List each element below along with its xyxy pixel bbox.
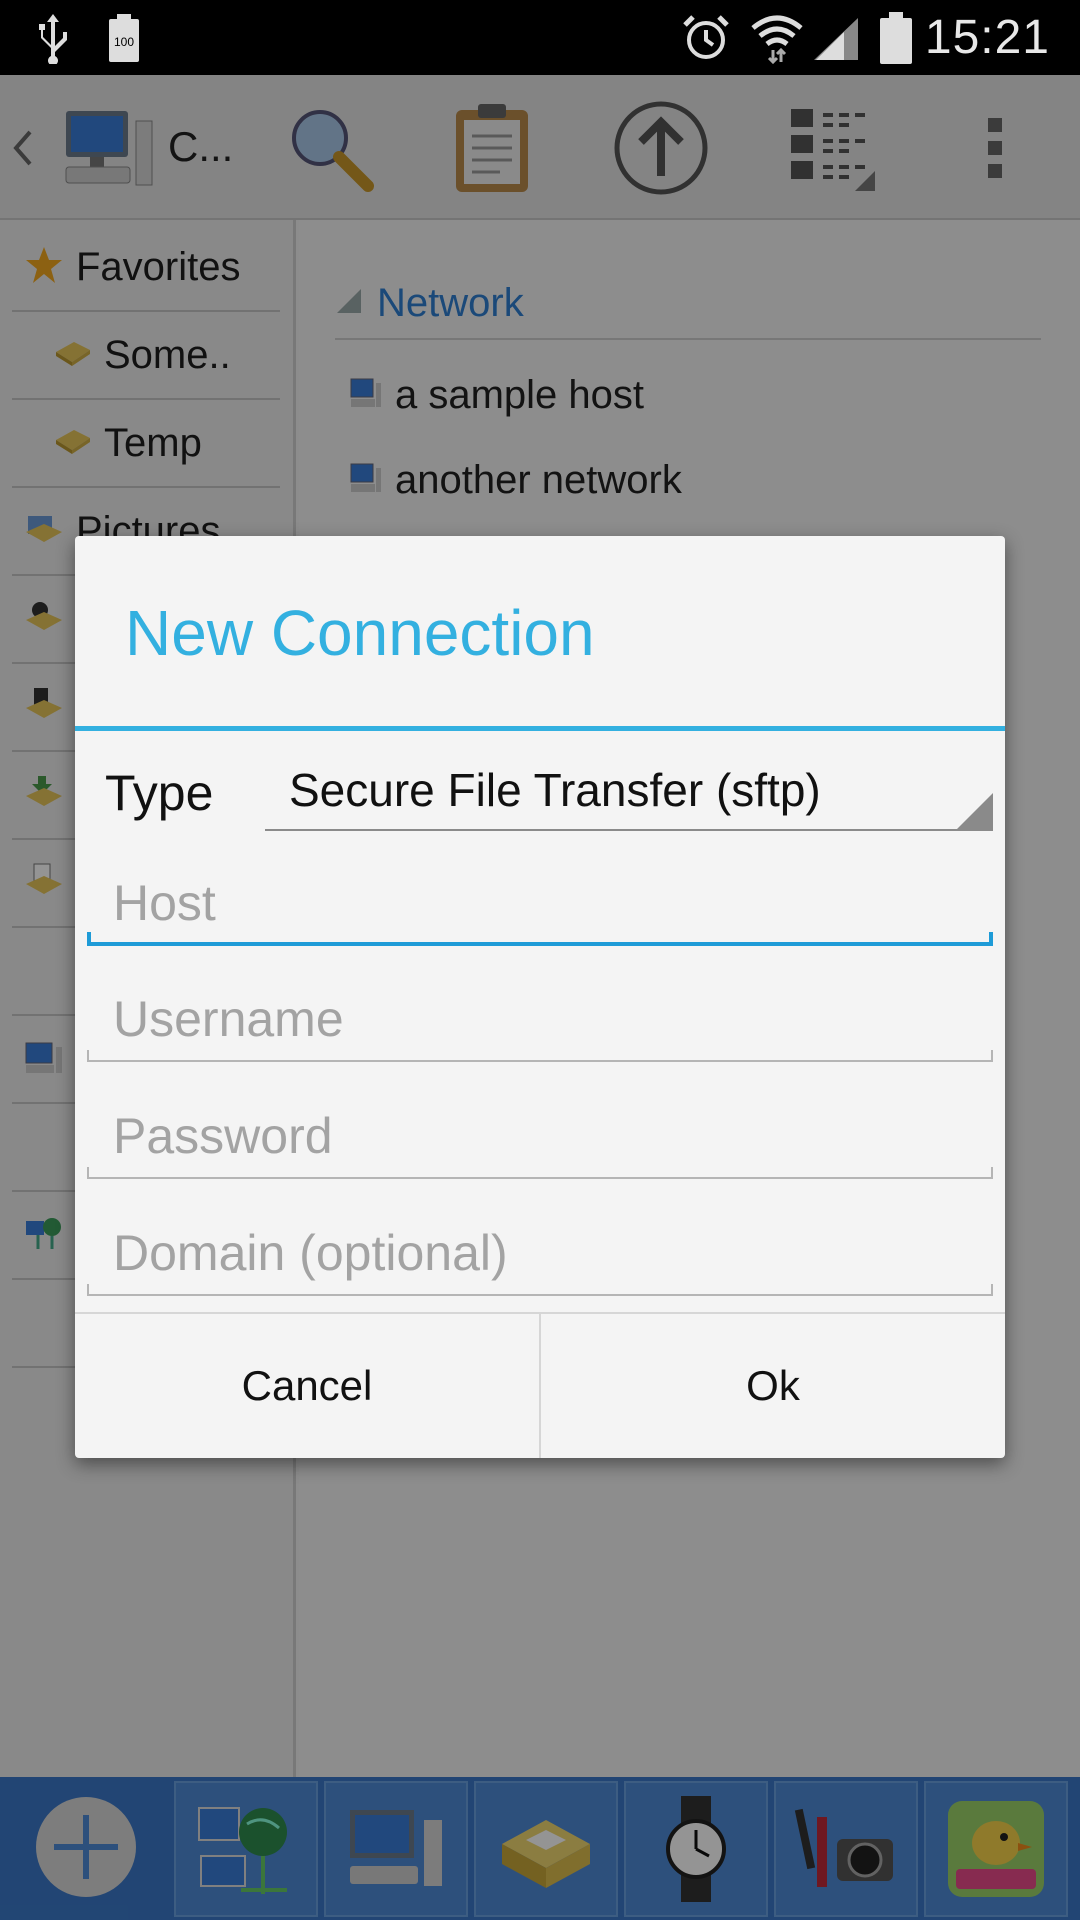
password-input[interactable]	[87, 1083, 993, 1179]
title-divider	[75, 726, 1005, 731]
dropdown-triangle-icon	[957, 793, 993, 829]
domain-input[interactable]	[87, 1200, 993, 1296]
alarm-icon	[678, 0, 734, 75]
usb-icon	[28, 0, 78, 75]
signal-icon	[808, 0, 864, 75]
password-field[interactable]	[87, 1083, 993, 1179]
dialog-title: New Connection	[125, 597, 595, 669]
username-input[interactable]	[87, 966, 993, 1062]
field-underline-tick	[991, 1050, 993, 1062]
field-underline-tick	[87, 1050, 89, 1062]
clock: 15:21	[924, 11, 1050, 64]
username-field[interactable]	[87, 966, 993, 1062]
host-input[interactable]	[87, 850, 993, 946]
field-underline-tick	[991, 1167, 993, 1179]
field-underline-tick	[87, 1284, 89, 1296]
field-underline	[87, 1177, 993, 1179]
field-underline-tick	[87, 932, 91, 946]
field-underline-tick	[991, 1284, 993, 1296]
battery-level-label: 100	[114, 35, 134, 49]
field-underline-tick	[989, 932, 993, 946]
connection-type-value: Secure File Transfer (sftp)	[289, 764, 821, 816]
field-underline-tick	[87, 1167, 89, 1179]
connection-type-select[interactable]: Secure File Transfer (sftp)	[265, 751, 993, 831]
host-field[interactable]	[87, 850, 993, 946]
status-bar: 100 15:21	[0, 0, 1080, 75]
cancel-button[interactable]: Cancel	[75, 1314, 539, 1458]
battery-icon	[876, 0, 916, 75]
new-connection-dialog: New Connection Type Secure File Transfer…	[75, 536, 1005, 1458]
type-label: Type	[105, 765, 214, 821]
field-underline	[87, 1294, 993, 1296]
wifi-icon	[746, 0, 808, 75]
domain-field[interactable]	[87, 1200, 993, 1296]
field-underline	[87, 1060, 993, 1062]
ok-button[interactable]: Ok	[539, 1314, 1005, 1458]
field-underline	[87, 942, 993, 946]
dialog-button-bar: Cancel Ok	[75, 1312, 1005, 1458]
battery-saver-icon: 100	[104, 0, 144, 75]
